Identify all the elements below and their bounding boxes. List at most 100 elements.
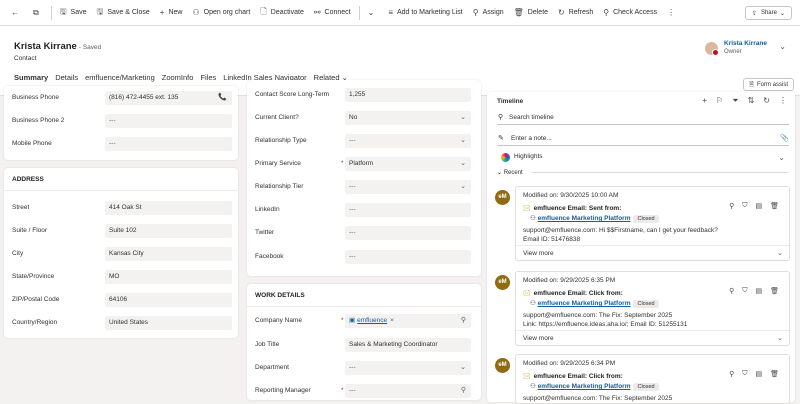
attachment-icon[interactable]: 📎 — [780, 131, 789, 146]
search-icon[interactable]: ⚲ — [461, 314, 466, 328]
business-phone-input[interactable]: (816) 472-4455 ext. 135 📞 — [105, 91, 232, 105]
save-status: - Saved — [78, 44, 102, 51]
primary-service-select[interactable]: Platform ⌄ — [345, 157, 471, 171]
connect-dropdown-button[interactable]: ⌄ — [363, 0, 384, 26]
linkedin-input[interactable]: --- — [345, 203, 471, 217]
open-record-icon[interactable]: ▤ — [755, 370, 762, 378]
field-label: Suite / Floor — [12, 227, 48, 234]
company-link[interactable]: emfluence — [357, 317, 387, 324]
org-chart-icon: ⚇ — [192, 8, 200, 17]
back-button[interactable]: ← — [6, 0, 28, 26]
form-assist-button[interactable]: 🗎 Form assist — [743, 78, 794, 91]
field-row: Mobile Phone --- — [4, 133, 238, 155]
refresh-icon[interactable]: ↻ — [763, 96, 770, 106]
owner-name-link[interactable]: Krista Kirrane — [724, 40, 767, 47]
open-org-chart-button[interactable]: ⚇ Open org chart — [187, 0, 255, 26]
recent-group-header[interactable]: ⌄ Recent — [497, 169, 523, 176]
assign-button[interactable]: ⚲ Assign — [468, 0, 509, 26]
suite-floor-input[interactable]: Suite 102 — [105, 224, 232, 238]
company-name-lookup[interactable]: ▣ emfluence × ⚲ — [345, 314, 471, 328]
business-phone-2-input[interactable]: --- — [105, 114, 232, 128]
field-value: No — [349, 114, 358, 121]
field-label: Mobile Phone — [12, 140, 52, 147]
add-icon[interactable]: + — [702, 96, 707, 106]
view-more-link[interactable]: View more — [523, 335, 554, 342]
open-record-icon[interactable]: ▤ — [755, 287, 762, 295]
save-button[interactable]: 🖫 Save — [55, 0, 92, 26]
bookmark-icon[interactable]: ⚐ — [716, 96, 723, 106]
timeline-search-input[interactable]: ⚲ Search timeline — [497, 110, 789, 125]
deactivate-button[interactable]: 🗋 Deactivate — [255, 0, 309, 26]
close-activity-icon[interactable]: ⛉ — [742, 287, 747, 295]
relationship-type-select[interactable]: --- ⌄ — [345, 134, 471, 148]
current-client-select[interactable]: No ⌄ — [345, 111, 471, 125]
filter-icon[interactable]: ⏷ — [732, 96, 738, 106]
department-select[interactable]: --- ⌄ — [345, 361, 471, 375]
activity-badge: eM — [495, 275, 510, 290]
open-in-new-window-button[interactable]: ⧉ — [28, 0, 48, 26]
pencil-icon: ✎ — [498, 135, 504, 142]
user-icon: ⚇ — [530, 215, 536, 222]
assign-icon[interactable]: ⚲ — [729, 202, 734, 210]
share-button[interactable]: ⇪ Share ⌄ — [744, 6, 792, 20]
field-value: Platform — [349, 160, 374, 167]
recent-label: Recent — [503, 170, 523, 176]
assign-icon[interactable]: ⚲ — [729, 287, 734, 295]
chevron-down-icon: ⌄ — [460, 364, 466, 371]
remove-icon[interactable]: × — [390, 317, 394, 324]
state-province-input[interactable]: MO — [105, 270, 232, 284]
zip-postal-code-input[interactable]: 64106 — [105, 293, 232, 307]
save-close-button[interactable]: 🖫 Save & Close — [92, 0, 155, 26]
twitter-input[interactable]: --- — [345, 226, 471, 240]
back-arrow-icon: ← — [11, 8, 19, 17]
activity-card[interactable]: Modified on: 9/29/2025 6:35 PM 🖂 emfluenc… — [515, 271, 790, 346]
trash-icon[interactable]: 🗑 — [770, 287, 779, 295]
new-button[interactable]: + New — [155, 0, 188, 26]
more-commands-button[interactable]: ⋮ — [662, 0, 684, 26]
close-activity-icon[interactable]: ⛉ — [742, 370, 747, 378]
trash-icon[interactable]: 🗑 — [770, 202, 779, 210]
view-more-link[interactable]: View more — [523, 250, 554, 257]
check-access-button[interactable]: ⚲ Check Access — [598, 0, 662, 26]
contact-score-input[interactable]: 1,255 — [345, 88, 471, 102]
country-region-input[interactable]: United States — [105, 316, 232, 330]
add-to-marketing-list-button[interactable]: ≡ Add to Marketing List — [383, 0, 467, 26]
trash-icon[interactable]: 🗑 — [770, 370, 779, 378]
sort-icon[interactable]: ⇅ — [748, 96, 755, 106]
chevron-down-icon[interactable]: ⌄ — [777, 334, 783, 342]
highlights-label: Highlights — [514, 153, 543, 160]
street-input[interactable]: 414 Oak St — [105, 201, 232, 215]
assign-icon[interactable]: ⚲ — [729, 370, 734, 378]
more-vertical-icon[interactable]: ⋮ — [779, 96, 787, 106]
search-icon: ⚲ — [498, 114, 504, 121]
avatar[interactable] — [705, 42, 719, 56]
connect-button[interactable]: ⚯ Connect — [309, 0, 356, 26]
from-link[interactable]: emfluence Marketing Platform — [538, 383, 631, 390]
chevron-down-icon[interactable]: ⌄ — [778, 153, 785, 162]
phone-icon[interactable]: 📞 — [218, 91, 227, 105]
from-link[interactable]: emfluence Marketing Platform — [538, 215, 631, 222]
required-indicator: * — [341, 160, 344, 167]
more-vertical-icon: ⋮ — [667, 8, 676, 17]
activity-card[interactable]: Modified on: 9/30/2025 10:00 AM 🖂 emfluen… — [515, 186, 790, 261]
relationship-tier-select[interactable]: --- ⌄ — [345, 180, 471, 194]
delete-button[interactable]: 🗑 Delete — [509, 0, 553, 26]
city-input[interactable]: Kansas City — [105, 247, 232, 261]
open-record-icon[interactable]: ▤ — [755, 202, 762, 210]
chevron-down-icon: ⌄ — [460, 160, 466, 167]
modified-on: Modified on: 9/29/2025 6:35 PM — [523, 277, 616, 284]
header-expand-icon[interactable]: ⌄ — [779, 42, 786, 51]
from-link[interactable]: emfluence Marketing Platform — [538, 300, 631, 307]
close-activity-icon[interactable]: ⛉ — [742, 202, 747, 210]
field-label: Business Phone 2 — [12, 117, 65, 124]
list-icon: ≡ — [388, 8, 393, 17]
facebook-input[interactable]: --- — [345, 250, 471, 264]
chevron-down-icon[interactable]: ⌄ — [777, 249, 783, 257]
note-input[interactable]: ✎ Enter a note... 📎 — [497, 131, 789, 146]
body-line: support@emfluence.com: The Fix: Septembe… — [523, 395, 673, 402]
activity-card[interactable]: Modified on: 9/29/2025 6:34 PM 🖂 emfluenc… — [515, 354, 790, 404]
mobile-phone-input[interactable]: --- — [105, 137, 232, 151]
refresh-button[interactable]: ↻ Refresh — [553, 0, 598, 26]
job-title-input[interactable]: Sales & Marketing Coordinator — [345, 338, 471, 352]
highlights-toggle[interactable]: Highlights — [501, 151, 543, 163]
